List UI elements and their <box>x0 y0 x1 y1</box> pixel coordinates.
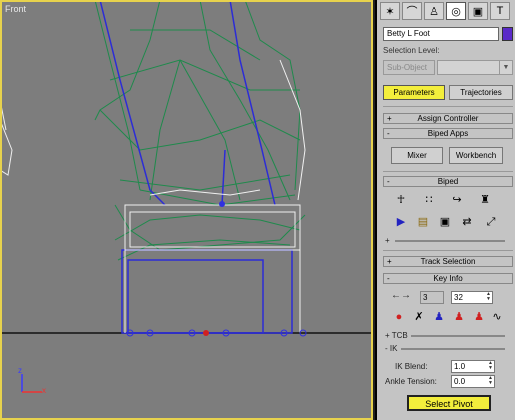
motion-flow-mode-icon[interactable]: ↪ <box>449 193 465 207</box>
key-number-field[interactable]: 3 <box>420 291 444 304</box>
load-file-icon[interactable]: ▤ <box>415 215 431 229</box>
rollout-sign: + <box>387 114 392 123</box>
rollout-track-selection[interactable]: + Track Selection <box>383 256 513 267</box>
trajectories-button[interactable]: Trajectories <box>449 85 513 100</box>
subobject-button[interactable]: Sub-Object <box>383 60 435 75</box>
divider <box>383 171 513 172</box>
ik-blend-label: IK Blend: <box>395 362 428 371</box>
key-nav-arrows-icon[interactable]: ←→ <box>391 290 411 301</box>
rollout-label: Biped <box>437 177 459 186</box>
save-file-icon[interactable]: ▣ <box>437 215 453 229</box>
hierarchy-tab-icon[interactable]: ♙ <box>424 2 444 20</box>
trajectory-icon[interactable]: ∿ <box>489 310 505 324</box>
expand-plus-icon[interactable]: + <box>385 236 390 245</box>
spinner-arrows-icon[interactable]: ▲ ▼ <box>487 376 494 387</box>
axis-z-label: z <box>18 366 22 375</box>
mixer-mode-icon[interactable]: ♜ <box>477 193 493 207</box>
rollout-sign: - <box>387 177 390 186</box>
command-panel: ✶ ⌒ ♙ ◎ ▣ T Betty L Foot Selection Level… <box>377 0 515 420</box>
rollout-label: Key Info <box>433 274 463 283</box>
rollout-sign: - <box>387 274 390 283</box>
front-viewport[interactable]: Front z x <box>0 0 375 420</box>
figure-mode-icon[interactable]: ☥ <box>393 193 409 207</box>
ik-rollout-label[interactable]: - IK <box>385 344 397 353</box>
utilities-tab-icon[interactable]: T <box>490 2 510 20</box>
convert-icon[interactable]: ⇄ <box>459 215 475 229</box>
spinner-arrows-icon[interactable]: ▲ ▼ <box>485 292 492 303</box>
rollout-label: Track Selection <box>420 257 476 266</box>
expand-separator <box>395 240 505 242</box>
set-free-key-icon[interactable]: ♟ <box>471 310 487 324</box>
ik-blend-spinner[interactable]: 1.0 ▲ ▼ <box>451 360 495 373</box>
rollout-biped-apps[interactable]: - Biped Apps <box>383 128 513 139</box>
tcb-separator <box>411 335 505 337</box>
divider <box>383 106 513 107</box>
mixer-button[interactable]: Mixer <box>391 147 443 164</box>
rollout-sign: - <box>387 129 390 138</box>
ankle-tension-value: 0.0 <box>454 377 466 386</box>
spinner-arrows-icon[interactable]: ▲ ▼ <box>487 361 494 372</box>
ik-blend-value: 1.0 <box>454 362 466 371</box>
object-name-field[interactable]: Betty L Foot <box>383 27 499 41</box>
modify-tab-icon[interactable]: ⌒ <box>402 2 422 20</box>
set-key-icon[interactable]: ● <box>391 310 407 324</box>
axis-x-label: x <box>42 386 46 395</box>
select-pivot-button[interactable]: Select Pivot <box>407 395 491 411</box>
move-all-mode-icon[interactable]: ⤢ <box>483 215 499 229</box>
command-panel-tabs: ✶ ⌒ ♙ ◎ ▣ T <box>377 0 515 22</box>
ankle-tension-spinner[interactable]: 0.0 ▲ ▼ <box>451 375 495 388</box>
rollout-biped[interactable]: - Biped <box>383 176 513 187</box>
selection-level-label: Selection Level: <box>383 46 440 55</box>
frame-value: 32 <box>454 293 463 302</box>
set-sliding-key-icon[interactable]: ♟ <box>451 310 467 324</box>
ankle-tension-label: Ankle Tension: <box>385 377 437 386</box>
axis-tripod: z x <box>14 366 54 400</box>
parameters-button[interactable]: Parameters <box>383 85 445 100</box>
set-planted-key-icon[interactable]: ♟ <box>431 310 447 324</box>
subobject-dropdown[interactable]: ▼ <box>437 60 513 75</box>
play-biped-icon[interactable]: ▶ <box>393 215 409 229</box>
tcb-rollout-label[interactable]: + TCB <box>385 331 408 340</box>
rollout-key-info[interactable]: - Key Info <box>383 273 513 284</box>
frame-spinner[interactable]: 32 ▲ ▼ <box>451 291 493 304</box>
ik-separator <box>401 348 505 350</box>
footstep-mode-icon[interactable]: ∷ <box>421 193 437 207</box>
motion-tab-icon[interactable]: ◎ <box>446 2 466 20</box>
viewport-label[interactable]: Front <box>5 4 26 14</box>
rollout-sign: + <box>387 257 392 266</box>
chevron-down-icon: ▼ <box>499 61 512 74</box>
rollout-label: Assign Controller <box>417 114 479 123</box>
workbench-button[interactable]: Workbench <box>449 147 503 164</box>
wireframe-scene <box>0 0 373 337</box>
divider <box>383 250 513 251</box>
delete-key-icon[interactable]: ✗ <box>411 310 427 324</box>
create-tab-icon[interactable]: ✶ <box>380 2 400 20</box>
object-color-swatch[interactable] <box>502 27 513 41</box>
display-tab-icon[interactable]: ▣ <box>468 2 488 20</box>
rollout-assign-controller[interactable]: + Assign Controller <box>383 113 513 124</box>
rollout-label: Biped Apps <box>427 129 469 138</box>
